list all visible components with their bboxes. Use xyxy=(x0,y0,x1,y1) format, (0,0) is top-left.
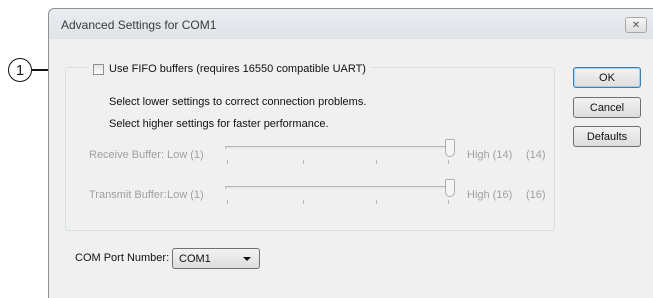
transmit-buffer-slider-thumb[interactable] xyxy=(445,179,455,197)
higher-settings-hint: Select higher settings for faster perfor… xyxy=(109,118,329,130)
lower-settings-hint: Select lower settings to correct connect… xyxy=(109,96,367,108)
transmit-tick xyxy=(303,200,304,204)
com-port-select[interactable]: COM1 xyxy=(172,248,260,269)
title-bar: Advanced Settings for COM1 ✕ xyxy=(49,9,653,39)
dialog-title: Advanced Settings for COM1 xyxy=(61,18,217,32)
fifo-checkbox-label[interactable]: Use FIFO buffers (requires 16550 compati… xyxy=(109,63,366,75)
callout-number: 1 xyxy=(15,61,25,79)
com-port-selected-value: COM1 xyxy=(179,253,211,265)
fifo-checkbox[interactable] xyxy=(93,63,104,75)
receive-tick xyxy=(376,160,377,164)
receive-tick xyxy=(227,160,228,164)
fifo-checkbox-row[interactable]: Use FIFO buffers (requires 16550 compati… xyxy=(89,63,370,75)
advanced-settings-dialog: Advanced Settings for COM1 ✕ Use FIFO bu… xyxy=(48,8,653,298)
receive-buffer-slider-thumb[interactable] xyxy=(445,139,455,157)
transmit-tick xyxy=(376,200,377,204)
transmit-buffer-slider-track[interactable] xyxy=(225,186,450,189)
receive-low-label: Low (1) xyxy=(167,149,204,161)
close-icon: ✕ xyxy=(631,19,641,31)
receive-value-label: (14) xyxy=(526,149,546,161)
chevron-down-icon xyxy=(243,257,251,261)
cancel-button[interactable]: Cancel xyxy=(573,97,641,118)
transmit-high-label: High (16) xyxy=(467,189,513,201)
transmit-tick xyxy=(227,200,228,204)
receive-tick xyxy=(448,160,449,164)
receive-buffer-slider-track[interactable] xyxy=(225,146,450,149)
ok-button[interactable]: OK xyxy=(573,67,641,88)
transmit-buffer-label: Transmit Buffer: xyxy=(89,189,167,201)
transmit-tick xyxy=(448,200,449,204)
receive-high-label: High (14) xyxy=(467,149,513,161)
defaults-button[interactable]: Defaults xyxy=(573,126,641,147)
transmit-value-label: (16) xyxy=(526,189,546,201)
close-button[interactable]: ✕ xyxy=(625,17,647,33)
com-port-label: COM Port Number: xyxy=(75,252,170,264)
callout-marker: 1 xyxy=(8,58,32,82)
transmit-low-label: Low (1) xyxy=(167,189,204,201)
receive-tick xyxy=(303,160,304,164)
receive-buffer-label: Receive Buffer: xyxy=(89,149,165,161)
